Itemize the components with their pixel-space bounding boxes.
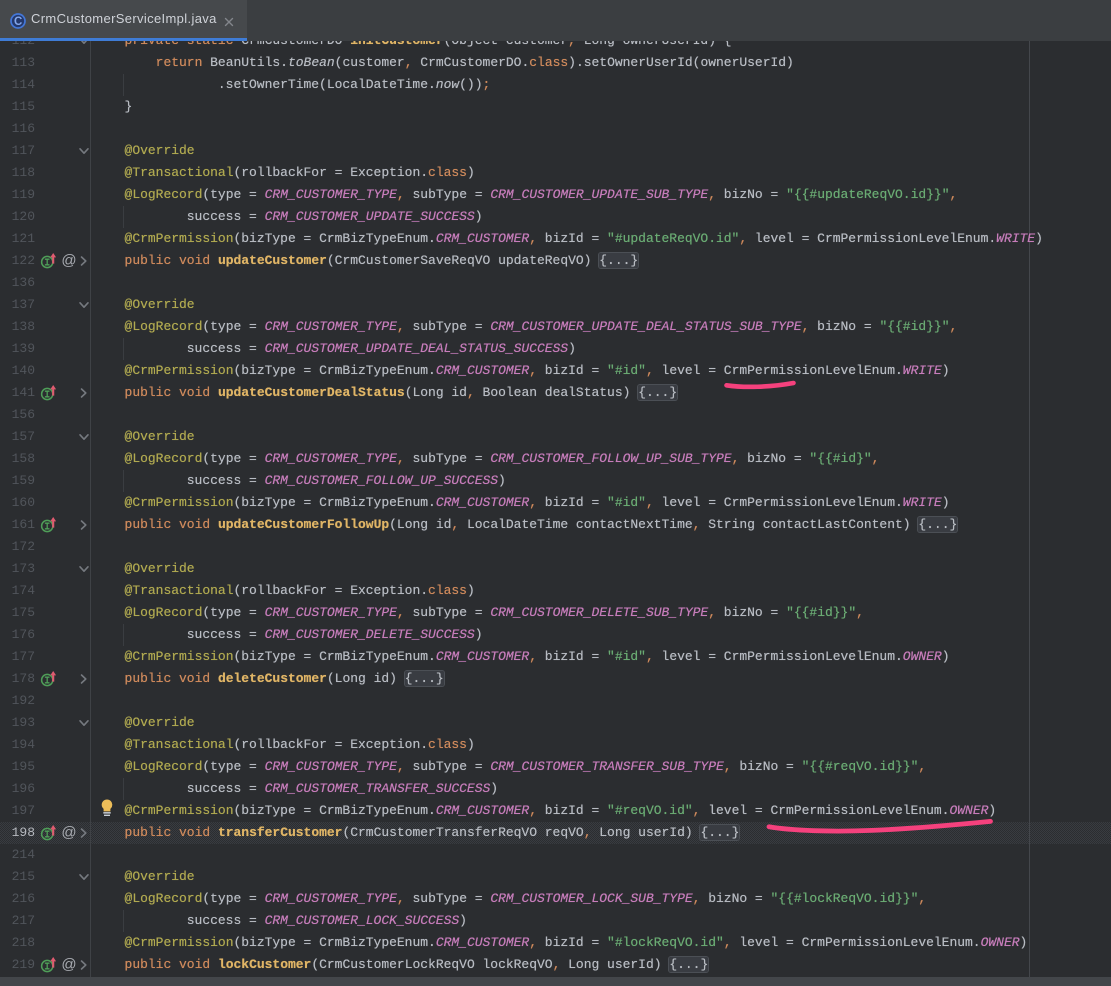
svg-text:C: C — [14, 16, 22, 28]
